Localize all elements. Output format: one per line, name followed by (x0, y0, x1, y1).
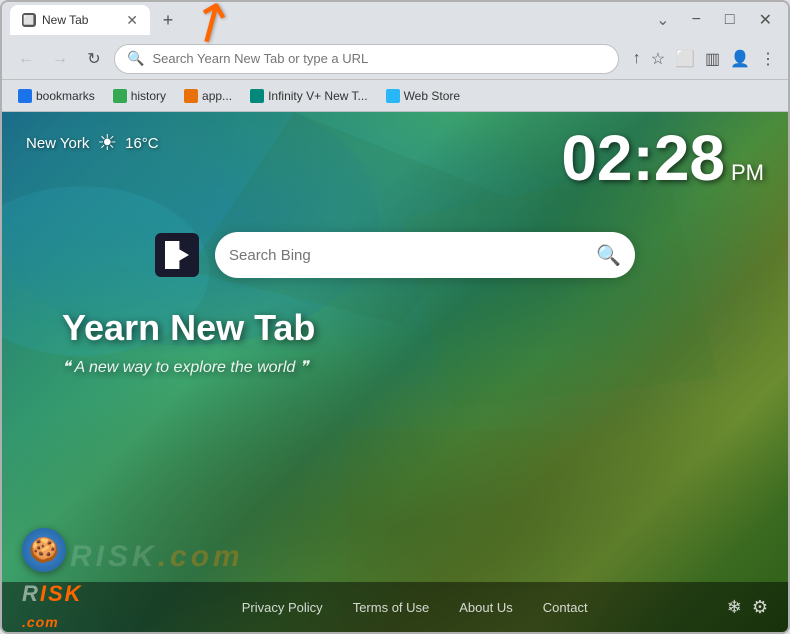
active-tab[interactable]: ⬜ New Tab ✕ (10, 5, 150, 35)
forward-button[interactable]: → (46, 45, 74, 73)
bookmark-label-history: history (131, 89, 166, 103)
weather-icon: ☀ (97, 130, 117, 156)
privacy-policy-link[interactable]: Privacy Policy (242, 600, 323, 615)
back-button[interactable]: ← (12, 45, 40, 73)
weather-widget: New York ☀ 16°C (26, 130, 159, 156)
new-tab-button[interactable]: + (154, 6, 182, 34)
bookmark-infinity[interactable]: Infinity V+ New T... (242, 86, 376, 106)
close-button[interactable]: ✕ (751, 6, 780, 34)
bookmark-label-webstore: Web Store (404, 89, 460, 103)
address-input-wrap: 🔍 (114, 44, 619, 74)
extensions-icon[interactable]: ⬜ (673, 47, 697, 71)
cookie-extension-icon[interactable]: 🍪 (22, 528, 66, 572)
page-content: New York ☀ 16°C 02:28 PM 🔍 Yearn New Tab… (2, 112, 788, 632)
bookmark-favicon-bookmarks (18, 89, 32, 103)
about-us-link[interactable]: About Us (459, 600, 512, 615)
bookmark-label-infinity: Infinity V+ New T... (268, 89, 368, 103)
footer-logo-accent: ISK (40, 581, 83, 606)
bookmark-apps[interactable]: app... (176, 86, 240, 106)
app-title-section: Yearn New Tab ❝ A new way to explore the… (62, 307, 315, 377)
bookmark-label-bookmarks: bookmarks (36, 89, 95, 103)
address-search-icon: 🔍 (127, 50, 144, 67)
page-footer: RISK .com Privacy Policy Terms of Use Ab… (2, 582, 788, 632)
weather-city: New York (26, 135, 89, 152)
footer-logo: RISK .com (22, 581, 83, 632)
terms-of-use-link[interactable]: Terms of Use (353, 600, 430, 615)
snowflake-icon[interactable]: ❄ (727, 597, 742, 618)
bookmark-history[interactable]: history (105, 86, 174, 106)
search-magnifier-icon[interactable]: 🔍 (596, 243, 621, 268)
search-widget: 🔍 (155, 232, 635, 278)
browser-frame: ⬜ New Tab ✕ + ⌄ − □ ✕ ← → ↻ 🔍 ↑ ☆ ⬜ ▥ 👤 … (0, 0, 790, 634)
footer-links: Privacy Policy Terms of Use About Us Con… (103, 600, 727, 615)
bookmark-bookmarks[interactable]: bookmarks (10, 86, 103, 106)
bookmark-favicon-history (113, 89, 127, 103)
window-controls: ⌄ − □ ✕ (650, 6, 780, 34)
clock-widget: 02:28 PM (561, 126, 764, 190)
split-view-icon[interactable]: ▥ (703, 47, 722, 71)
app-subtitle: ❝ A new way to explore the world ❞ (62, 357, 315, 377)
bookmark-webstore[interactable]: Web Store (378, 86, 468, 106)
settings-icon[interactable]: ⚙ (752, 597, 768, 618)
bookmark-icon[interactable]: ☆ (649, 47, 667, 71)
tab-favicon: ⬜ (22, 13, 36, 27)
clock-ampm: PM (731, 160, 764, 186)
address-bar: ← → ↻ 🔍 ↑ ☆ ⬜ ▥ 👤 ⋮ (2, 38, 788, 80)
share-icon[interactable]: ↑ (631, 48, 643, 70)
address-input[interactable] (152, 51, 605, 66)
bookmark-favicon-infinity (250, 89, 264, 103)
weather-temp: 16°C (125, 135, 159, 152)
bookmark-label-apps: app... (202, 89, 232, 103)
profile-icon[interactable]: 👤 (728, 47, 752, 71)
tab-title: New Tab (42, 13, 116, 27)
clock-time: 02:28 (561, 126, 725, 190)
footer-domain: .com (22, 614, 59, 630)
bookmarks-bar: bookmarks history app... Infinity V+ New… (2, 80, 788, 112)
contact-link[interactable]: Contact (543, 600, 588, 615)
footer-icons: ❄ ⚙ (727, 597, 768, 618)
refresh-button[interactable]: ↻ (80, 45, 108, 73)
search-input[interactable] (229, 247, 588, 264)
bookmark-favicon-webstore (386, 89, 400, 103)
tab-close-button[interactable]: ✕ (126, 12, 138, 29)
bing-logo (155, 233, 199, 277)
search-box: 🔍 (215, 232, 635, 278)
browser-menu-icon[interactable]: ⋮ (758, 47, 778, 71)
bing-logo-icon (165, 241, 189, 269)
maximize-button[interactable]: □ (717, 7, 743, 33)
bookmark-favicon-apps (184, 89, 198, 103)
minimize-button[interactable]: − (684, 7, 709, 33)
title-bar: ⬜ New Tab ✕ + ⌄ − □ ✕ (2, 2, 788, 38)
app-title-heading: Yearn New Tab (62, 307, 315, 349)
address-bar-actions: ↑ ☆ ⬜ ▥ 👤 ⋮ (631, 47, 778, 71)
minimize-icon: ⌄ (650, 10, 675, 30)
